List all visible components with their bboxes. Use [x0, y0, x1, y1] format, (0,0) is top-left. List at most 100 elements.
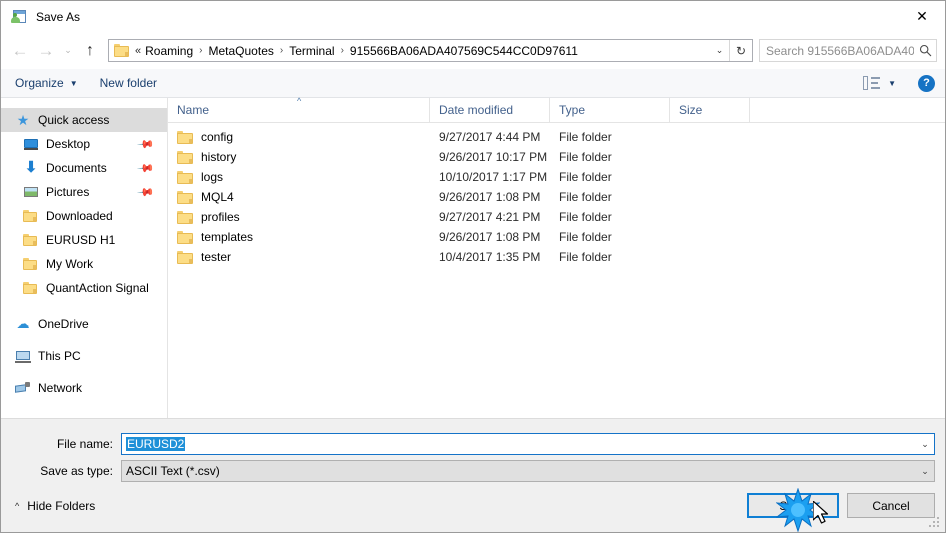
column-header-date-modified[interactable]: Date modified	[430, 98, 550, 122]
sidebar-item-documents[interactable]: ⬇ Documents 📌	[1, 156, 167, 180]
cloud-icon: ☁	[16, 316, 30, 331]
sidebar-item-label: This PC	[38, 349, 81, 363]
title-bar: Save As ✕	[1, 1, 945, 32]
save-as-type-value: ASCII Text (*.csv)	[126, 464, 220, 478]
network-icon	[15, 380, 31, 396]
breadcrumb-separator[interactable]: ›	[276, 45, 287, 56]
sidebar-item-desktop[interactable]: Desktop 📌	[1, 132, 167, 156]
sidebar-item-pictures[interactable]: Pictures 📌	[1, 180, 167, 204]
pin-icon: 📌	[136, 183, 155, 202]
table-row[interactable]: MQL4 9/26/2017 1:08 PM File folder	[168, 187, 945, 207]
save-as-type-row: Save as type: ASCII Text (*.csv) ⌄	[1, 460, 945, 482]
search-box[interactable]: Search 915566BA06ADA40756...	[759, 39, 937, 62]
breadcrumb-separator[interactable]: ›	[337, 45, 348, 56]
sidebar-item-downloaded[interactable]: Downloaded	[1, 204, 167, 228]
file-type-cell: File folder	[559, 170, 612, 184]
up-button[interactable]: ↑	[77, 38, 103, 64]
file-name-cell: history	[168, 150, 430, 164]
breadcrumb-overflow[interactable]: «	[133, 45, 143, 57]
file-date-cell: 10/10/2017 1:17 PM	[439, 170, 548, 184]
breadcrumb-separator[interactable]: ›	[195, 45, 206, 56]
chevron-down-icon[interactable]: ⌄	[916, 466, 934, 477]
sort-ascending-icon: ^	[297, 96, 302, 106]
file-name: profiles	[201, 210, 240, 224]
back-button[interactable]: ←	[7, 38, 33, 64]
sidebar-item-quantaction-signal[interactable]: QuantAction Signal	[1, 276, 167, 300]
file-date-cell: 9/26/2017 1:08 PM	[439, 230, 541, 244]
file-list-pane: ^ Name Date modified Type Size config 9/…	[168, 96, 945, 418]
save-as-type-label: Save as type:	[40, 464, 113, 478]
file-date-cell: 9/26/2017 10:17 PM	[439, 150, 548, 164]
sidebar-item-network[interactable]: Network	[1, 376, 167, 400]
refresh-icon[interactable]: ↻	[729, 40, 752, 61]
table-row[interactable]: tester 10/4/2017 1:35 PM File folder	[168, 247, 945, 267]
folder-icon	[177, 210, 193, 224]
file-name-value[interactable]: EURUSD2	[122, 437, 916, 451]
save-as-dialog: Save As ✕ ← → ⌄ ↑ « Roaming › MetaQuotes…	[0, 0, 946, 533]
organize-button[interactable]: Organize ▼	[15, 76, 78, 90]
chevron-down-icon: ▼	[69, 78, 78, 88]
chevron-down-icon[interactable]: ⌄	[710, 40, 729, 61]
file-type-cell: File folder	[559, 150, 612, 164]
help-button[interactable]: ?	[918, 74, 935, 92]
window-title: Save As	[36, 9, 81, 24]
view-mode-chevron-down-icon[interactable]: ▼	[888, 79, 896, 88]
breadcrumb-item-1[interactable]: MetaQuotes	[207, 44, 276, 58]
file-type-cell: File folder	[559, 130, 612, 144]
folder-icon	[177, 250, 193, 264]
close-icon[interactable]: ✕	[899, 1, 945, 31]
file-name: MQL4	[201, 190, 234, 204]
cancel-button[interactable]: Cancel	[847, 493, 935, 518]
chevron-up-icon: ^	[15, 501, 20, 511]
address-bar[interactable]: « Roaming › MetaQuotes › Terminal › 9155…	[108, 39, 753, 62]
file-type-cell: File folder	[559, 210, 612, 224]
column-header-type[interactable]: Type	[550, 98, 670, 122]
table-row[interactable]: history 9/26/2017 10:17 PM File folder	[168, 147, 945, 167]
dialog-footer: File name: EURUSD2 ⌄ Save as type: ASCII…	[1, 418, 945, 532]
sidebar-item-quick-access[interactable]: ★ Quick access	[1, 108, 167, 132]
recent-locations-icon[interactable]: ⌄	[59, 38, 77, 64]
folder-icon	[177, 190, 193, 204]
file-name: history	[201, 150, 237, 164]
table-row[interactable]: templates 9/26/2017 1:08 PM File folder	[168, 227, 945, 247]
table-row[interactable]: logs 10/10/2017 1:17 PM File folder	[168, 167, 945, 187]
file-name-selected-text: EURUSD2	[126, 437, 186, 451]
file-name: tester	[201, 250, 232, 264]
pin-icon: 📌	[136, 159, 155, 178]
file-name-input[interactable]: EURUSD2 ⌄	[121, 433, 935, 455]
file-name-row: File name: EURUSD2 ⌄	[1, 433, 945, 455]
hide-folders-label: Hide Folders	[27, 499, 96, 513]
hide-folders-toggle[interactable]: ^ Hide Folders	[15, 499, 95, 513]
breadcrumb-item-0[interactable]: Roaming	[143, 44, 195, 58]
view-mode-icon[interactable]	[863, 76, 881, 90]
table-row[interactable]: config 9/27/2017 4:44 PM File folder	[168, 127, 945, 147]
file-date-cell: 10/4/2017 1:35 PM	[439, 250, 541, 264]
file-name-cell: config	[168, 130, 430, 144]
column-header-size[interactable]: Size	[670, 98, 750, 122]
file-name-cell: profiles	[168, 210, 430, 224]
save-button[interactable]: Save	[747, 493, 839, 518]
breadcrumb-item-2[interactable]: Terminal	[287, 44, 336, 58]
monitor-icon	[23, 136, 39, 152]
sidebar-item-label: QuantAction Signal	[46, 281, 149, 295]
file-name-cell: MQL4	[168, 190, 430, 204]
resize-grip[interactable]	[929, 517, 941, 529]
folder-icon	[114, 44, 129, 57]
save-as-type-select[interactable]: ASCII Text (*.csv) ⌄	[121, 460, 935, 482]
content-area: ★ Quick access Desktop 📌 ⬇ Documents 📌 P…	[1, 96, 945, 418]
new-folder-button[interactable]: New folder	[100, 76, 157, 90]
sidebar-item-onedrive[interactable]: ☁ OneDrive	[1, 312, 167, 336]
sidebar-item-label: Network	[38, 381, 83, 395]
picture-icon	[23, 184, 39, 200]
navigation-sidebar: ★ Quick access Desktop 📌 ⬇ Documents 📌 P…	[1, 98, 168, 418]
sidebar-item-this-pc[interactable]: This PC	[1, 344, 167, 368]
table-row[interactable]: profiles 9/27/2017 4:21 PM File folder	[168, 207, 945, 227]
sidebar-item-my-work[interactable]: My Work	[1, 252, 167, 276]
breadcrumb-item-3[interactable]: 915566BA06ADA407569C544CC0D97611	[348, 44, 580, 58]
folder-icon	[23, 280, 39, 296]
chevron-down-icon[interactable]: ⌄	[916, 439, 934, 450]
search-input[interactable]: Search 915566BA06ADA40756...	[760, 44, 914, 58]
sidebar-item-label: Documents	[46, 161, 107, 175]
forward-button[interactable]: →	[33, 38, 59, 64]
sidebar-item-eurusd-h1[interactable]: EURUSD H1	[1, 228, 167, 252]
